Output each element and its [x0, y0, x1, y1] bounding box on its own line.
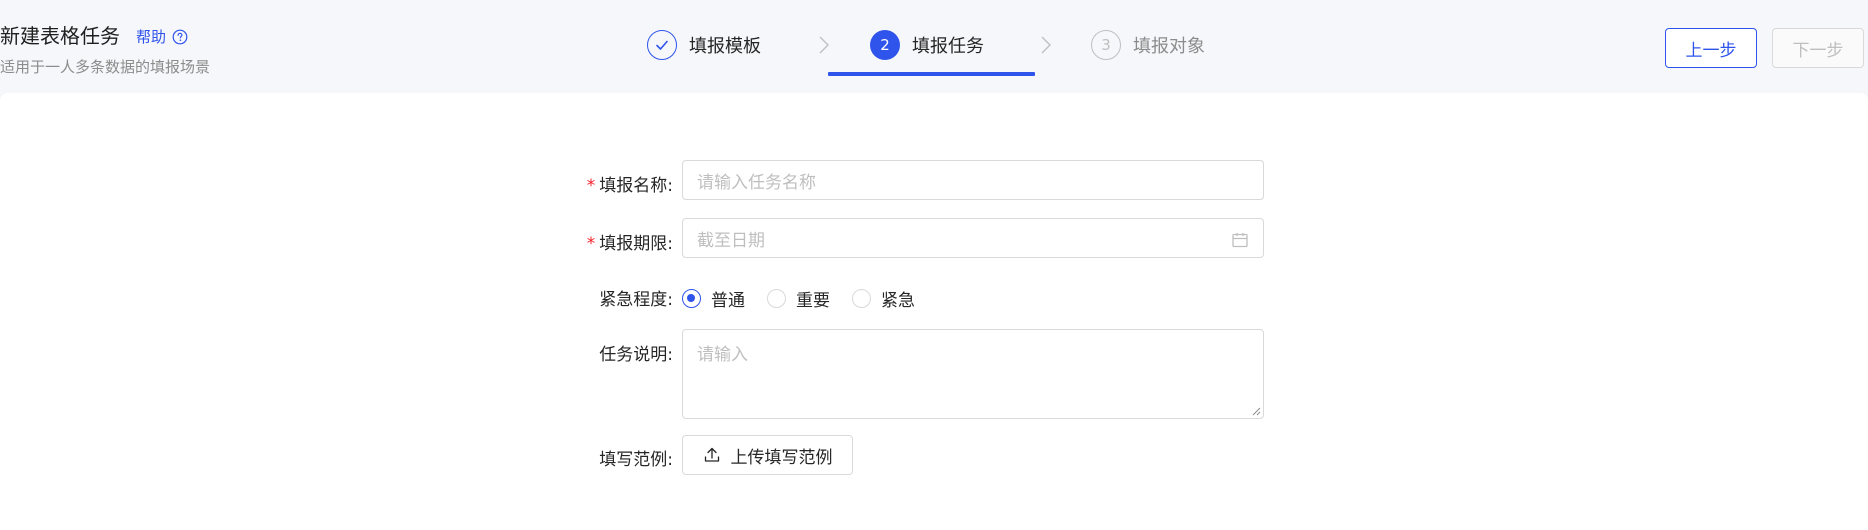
task-name-placeholder: 请输入任务名称 [697, 172, 816, 193]
form-card: * 填报名称: 请输入任务名称 * 填报期限: 截至日期 紧急程度: 普通 重要… [0, 93, 1868, 530]
step-label: 填报任务 [912, 36, 984, 57]
resize-handle-icon[interactable] [1251, 406, 1261, 416]
upload-example-button[interactable]: 上传填写范例 [682, 435, 853, 475]
step-task[interactable]: 2 填报任务 [870, 30, 984, 60]
upload-label: 上传填写范例 [730, 447, 833, 468]
required-mark: * [586, 176, 596, 196]
step-template[interactable]: 填报模板 [647, 30, 761, 60]
urgency-option-normal[interactable]: 普通 [682, 286, 745, 311]
deadline-date-picker[interactable]: 截至日期 [682, 218, 1264, 258]
calendar-icon [1232, 233, 1248, 248]
urgency-radio-group: 普通 重要 紧急 [682, 286, 937, 311]
field-label: * 填报期限: [586, 234, 673, 254]
task-name-input[interactable]: 请输入任务名称 [682, 160, 1264, 200]
field-label: 填写范例: [599, 450, 673, 470]
step-label: 填报对象 [1133, 36, 1205, 57]
chevron-right-icon [1041, 36, 1051, 54]
required-mark: * [586, 234, 596, 254]
radio-label: 紧急 [881, 291, 915, 311]
description-placeholder: 请输入 [697, 345, 748, 365]
description-textarea[interactable]: 请输入 [682, 329, 1264, 419]
step-target[interactable]: 3 填报对象 [1091, 30, 1205, 60]
active-step-underline [828, 72, 1035, 76]
radio-label: 普通 [711, 291, 745, 311]
radio-checked [682, 289, 701, 308]
urgency-option-important[interactable]: 重要 [767, 286, 830, 311]
step-number: 3 [1091, 30, 1121, 60]
step-number: 2 [870, 30, 900, 60]
upload-icon [704, 447, 719, 462]
check-icon [647, 30, 677, 60]
field-label: 任务说明: [599, 345, 673, 365]
prev-step-button[interactable]: 上一步 [1665, 28, 1757, 68]
radio-unchecked [767, 289, 786, 308]
urgency-option-urgent[interactable]: 紧急 [852, 286, 915, 311]
field-label: 紧急程度: [599, 290, 673, 310]
radio-unchecked [852, 289, 871, 308]
radio-label: 重要 [796, 291, 830, 311]
field-label: * 填报名称: [586, 176, 673, 196]
next-step-button[interactable]: 下一步 [1772, 28, 1864, 68]
steps-bar: 填报模板 2 填报任务 3 填报对象 [0, 0, 1868, 80]
deadline-placeholder: 截至日期 [697, 230, 765, 251]
chevron-right-icon [819, 36, 829, 54]
step-label: 填报模板 [689, 36, 761, 57]
